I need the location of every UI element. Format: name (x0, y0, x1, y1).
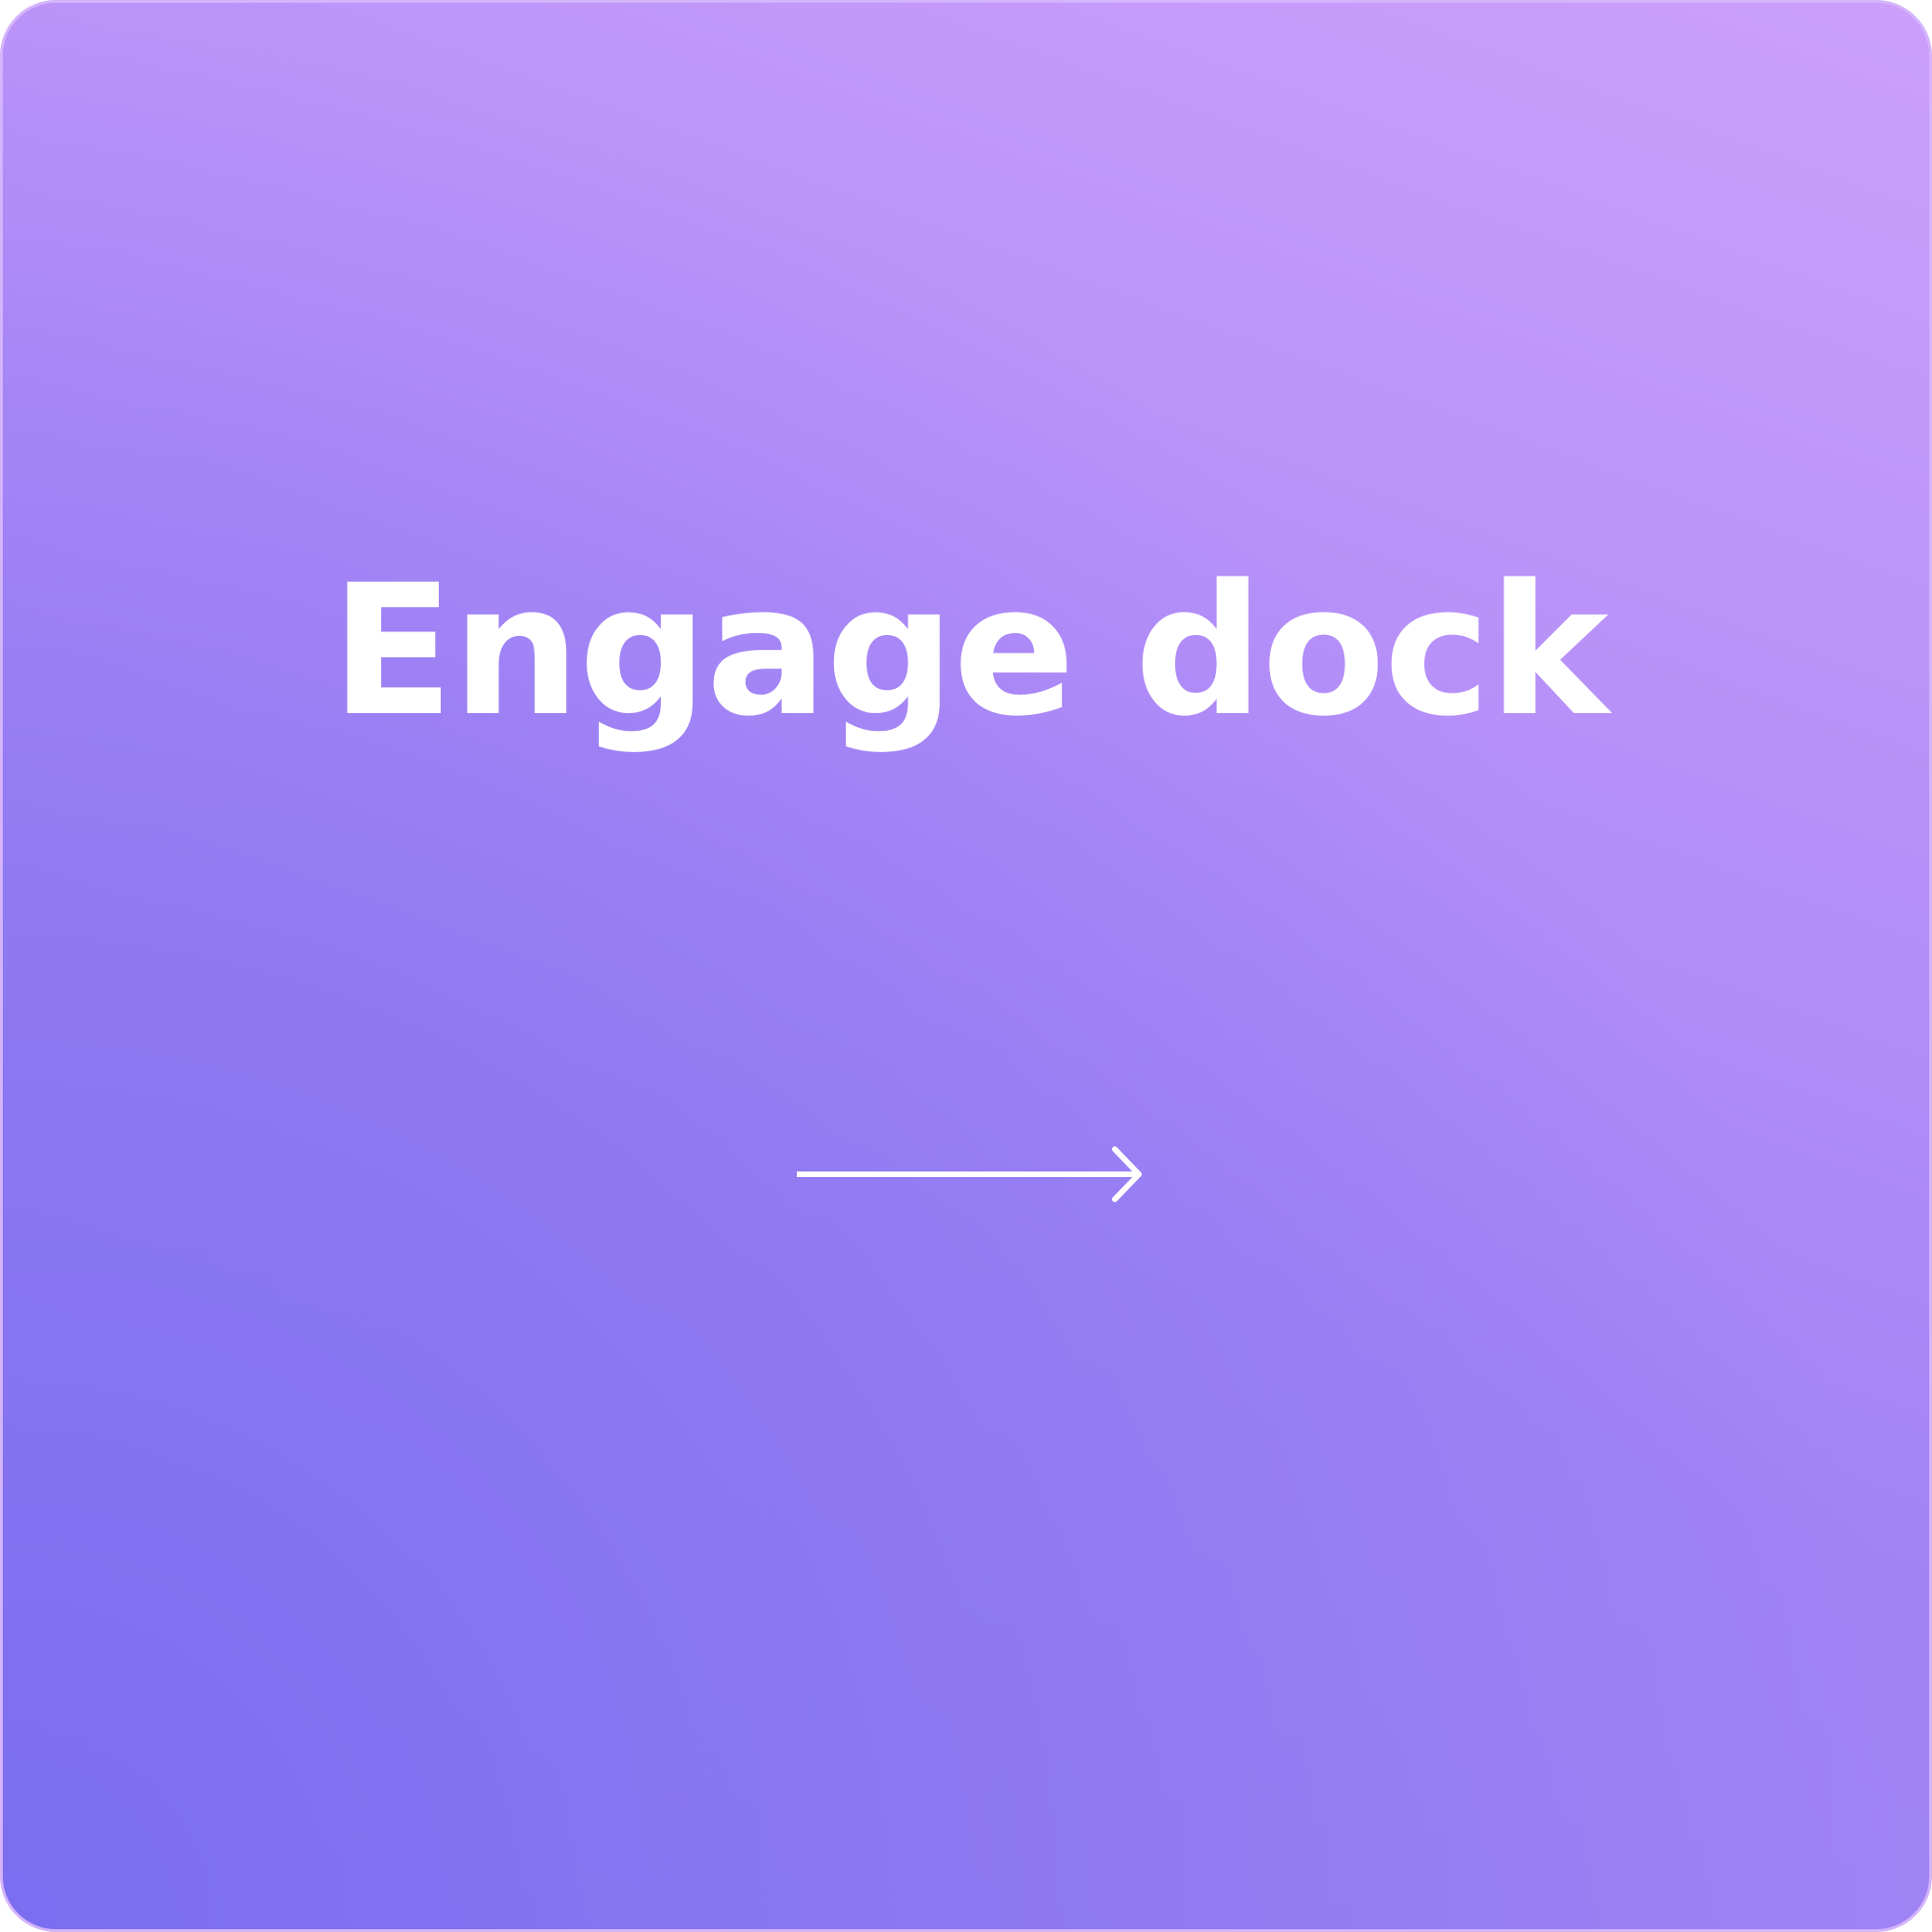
arrow-right-icon (797, 1146, 1142, 1202)
card-title: Engage dock (330, 546, 1609, 756)
engage-dock-card[interactable]: Engage dock (0, 0, 1932, 1932)
